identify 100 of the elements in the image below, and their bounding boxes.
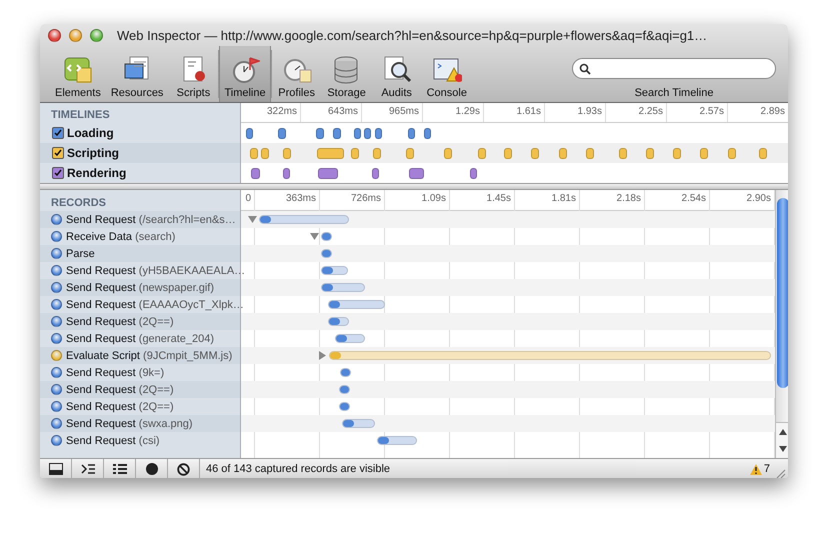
event-marker xyxy=(283,148,291,159)
event-marker xyxy=(261,148,269,159)
toolbar-tab[interactable]: Profiles xyxy=(272,46,322,102)
scrollbar[interactable] xyxy=(775,190,788,458)
list-icon xyxy=(112,463,126,475)
record-label[interactable]: Parse xyxy=(66,248,95,260)
search-icon xyxy=(579,62,591,74)
event-marker xyxy=(251,168,260,179)
event-marker xyxy=(759,148,767,159)
tick-label: 1.61s xyxy=(484,103,545,122)
checkbox[interactable] xyxy=(52,167,64,179)
section-heading: TIMELINES xyxy=(50,108,111,123)
event-marker xyxy=(316,128,324,139)
record-label[interactable]: Send Request (9k=) xyxy=(66,366,164,378)
event-marker xyxy=(317,148,344,159)
tick-label: 0 xyxy=(241,190,255,210)
window-icon xyxy=(48,463,62,475)
event-marker xyxy=(646,148,654,159)
disclosure-right-icon[interactable] xyxy=(318,351,327,360)
event-marker xyxy=(531,148,539,159)
event-marker xyxy=(283,168,290,179)
record-label[interactable]: Send Request (yH5BAEKAAEALA… xyxy=(66,264,246,276)
event-marker xyxy=(354,128,361,139)
tick-label: 2.18s xyxy=(580,190,645,210)
status-message: 46 of 143 captured records are visible xyxy=(206,463,390,475)
disclosure-down-icon[interactable] xyxy=(248,215,257,224)
event-marker xyxy=(444,148,452,159)
search-label: Search Timeline xyxy=(634,87,714,99)
record-label[interactable]: Send Request (generate_204) xyxy=(66,332,214,344)
warning-count: 7 xyxy=(764,463,770,475)
section-heading: RECORDS xyxy=(50,196,108,211)
event-marker xyxy=(478,148,486,159)
tick-label: 1.45s xyxy=(450,190,515,210)
event-marker xyxy=(333,128,341,139)
toolbar-tab[interactable]: Timeline xyxy=(219,46,271,102)
event-marker xyxy=(278,128,286,139)
tick-label: 322ms xyxy=(241,103,301,122)
scroll-arrows[interactable] xyxy=(776,422,788,458)
event-marker xyxy=(619,148,627,159)
record-dot-icon xyxy=(51,214,62,225)
event-marker xyxy=(586,148,594,159)
event-marker xyxy=(728,148,736,159)
tick-label: 965ms xyxy=(362,103,423,122)
resize-grip-icon[interactable] xyxy=(774,467,786,478)
disclosure-down-icon[interactable] xyxy=(310,232,319,241)
event-marker xyxy=(700,148,708,159)
record-dot-icon xyxy=(51,367,62,378)
tick-label: 2.57s xyxy=(667,103,728,122)
toolbar-tab[interactable]: Elements xyxy=(50,46,106,102)
scroll-thumb[interactable] xyxy=(777,198,788,388)
tick-label: 363ms xyxy=(255,190,320,210)
event-marker xyxy=(364,128,371,139)
tick-label: 1.81s xyxy=(515,190,580,210)
event-marker xyxy=(246,128,253,139)
event-marker xyxy=(375,128,382,139)
toolbar-tab[interactable]: Storage xyxy=(322,46,372,102)
magnifier-icon xyxy=(382,54,412,84)
record-dot-icon xyxy=(51,401,62,412)
tick-label: 726ms xyxy=(320,190,385,210)
event-marker xyxy=(372,168,379,179)
toolbar-tab[interactable]: Console xyxy=(422,46,472,102)
warning-icon xyxy=(750,464,762,474)
record-dot-icon xyxy=(51,418,62,429)
event-marker xyxy=(351,148,359,159)
timeline-label: Loading xyxy=(67,126,114,140)
prompt-icon xyxy=(80,463,94,475)
tick-label: 2.89s xyxy=(728,103,788,122)
event-marker xyxy=(250,148,258,159)
event-marker xyxy=(504,148,512,159)
event-marker xyxy=(673,148,681,159)
close-button[interactable] xyxy=(48,28,61,42)
timeline-label: Rendering xyxy=(67,166,126,180)
record-icon xyxy=(146,463,158,475)
minimize-button[interactable] xyxy=(69,28,82,42)
toolbar-tab[interactable]: Audits xyxy=(372,46,422,102)
record-dot-icon xyxy=(51,316,62,327)
event-marker xyxy=(470,168,477,179)
record-label[interactable]: Send Request (2Q==) xyxy=(66,400,174,412)
record-label[interactable]: Receive Data (search) xyxy=(66,230,176,242)
event-marker xyxy=(424,128,431,139)
no-sign-icon xyxy=(177,462,190,476)
checkbox[interactable] xyxy=(52,127,64,139)
event-marker xyxy=(373,148,381,159)
checkbox[interactable] xyxy=(52,147,64,159)
tick-label: 2.54s xyxy=(645,190,710,210)
record-label[interactable]: Send Request (EAAAAOycT_Xlpk… xyxy=(66,298,244,310)
record-dot-icon xyxy=(51,248,62,259)
zoom-button[interactable] xyxy=(90,28,103,42)
record-dot-icon xyxy=(51,435,62,446)
event-marker xyxy=(559,148,567,159)
toolbar-tab[interactable]: Resources xyxy=(106,46,168,102)
search-field[interactable] xyxy=(572,58,776,79)
record-dot-icon xyxy=(51,282,62,293)
toolbar-tab[interactable]: Scripts xyxy=(168,46,218,102)
tick-label: 1.93s xyxy=(545,103,606,122)
tick-label: 1.29s xyxy=(423,103,484,122)
record-dot-icon xyxy=(51,333,62,344)
record-label[interactable]: Send Request (csi) xyxy=(66,434,160,446)
event-marker xyxy=(409,168,424,179)
record-dot-icon xyxy=(51,350,62,361)
